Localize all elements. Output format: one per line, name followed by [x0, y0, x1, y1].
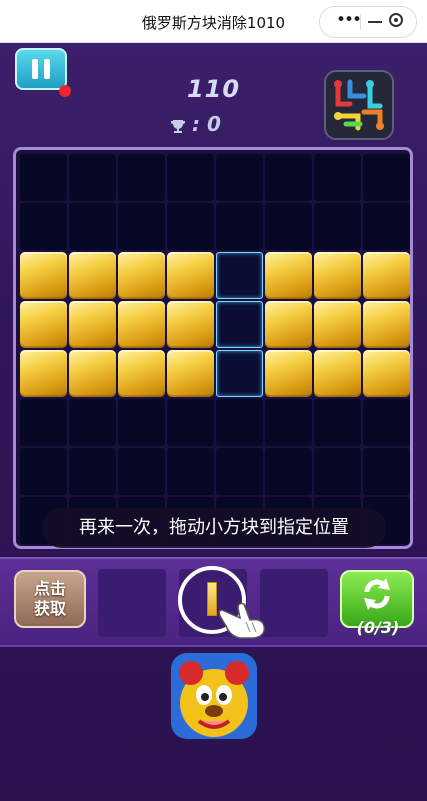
game-board[interactable]	[13, 147, 413, 549]
best-score: : 0	[170, 112, 221, 136]
empty-cell[interactable]	[167, 154, 214, 201]
gold-block[interactable]	[363, 350, 410, 397]
trophy-icon	[171, 119, 185, 133]
empty-cell[interactable]	[167, 448, 214, 495]
empty-cell[interactable]	[20, 399, 67, 446]
empty-cell[interactable]	[69, 399, 116, 446]
gold-block[interactable]	[265, 301, 312, 348]
tutorial-tip: 再来一次，拖动小方块到指定位置	[42, 508, 386, 548]
empty-cell[interactable]	[118, 399, 165, 446]
gold-block[interactable]	[118, 252, 165, 299]
target-cell[interactable]	[216, 301, 263, 348]
piece-slot[interactable]	[98, 569, 166, 637]
refresh-count: (0/3)	[356, 618, 400, 637]
empty-cell[interactable]	[314, 203, 361, 250]
empty-cell[interactable]	[363, 448, 410, 495]
gold-block[interactable]	[20, 350, 67, 397]
empty-cell[interactable]	[265, 399, 312, 446]
gold-block[interactable]	[118, 301, 165, 348]
empty-cell[interactable]	[167, 399, 214, 446]
gold-block[interactable]	[69, 350, 116, 397]
empty-cell[interactable]	[118, 448, 165, 495]
pipes-icon	[334, 79, 384, 131]
empty-cell[interactable]	[216, 399, 263, 446]
gold-block[interactable]	[265, 350, 312, 397]
gold-block[interactable]	[167, 301, 214, 348]
capsule-divider	[360, 14, 361, 30]
empty-cell[interactable]	[363, 399, 410, 446]
gold-block[interactable]	[69, 301, 116, 348]
gold-block[interactable]	[314, 252, 361, 299]
gold-block[interactable]	[363, 301, 410, 348]
empty-cell[interactable]	[363, 154, 410, 201]
empty-cell[interactable]	[265, 203, 312, 250]
empty-cell[interactable]	[216, 154, 263, 201]
gold-block[interactable]	[20, 252, 67, 299]
piece-slot[interactable]	[260, 569, 328, 637]
refresh-icon	[364, 578, 390, 610]
bubble-game-ad-icon[interactable]	[171, 653, 257, 739]
gold-block[interactable]	[167, 350, 214, 397]
empty-cell[interactable]	[20, 154, 67, 201]
gold-block[interactable]	[167, 252, 214, 299]
empty-cell[interactable]	[314, 448, 361, 495]
close-icon[interactable]	[389, 13, 403, 27]
best-score-value: : 0	[192, 112, 221, 136]
get-button-line1: 点击	[33, 579, 66, 598]
empty-cell[interactable]	[167, 203, 214, 250]
get-pieces-button[interactable]: 点击 获取	[14, 570, 86, 628]
empty-cell[interactable]	[265, 154, 312, 201]
target-cell[interactable]	[216, 350, 263, 397]
gold-block[interactable]	[69, 252, 116, 299]
empty-cell[interactable]	[216, 203, 263, 250]
empty-cell[interactable]	[363, 203, 410, 250]
target-cell[interactable]	[216, 252, 263, 299]
pipe-game-ad-icon[interactable]	[324, 70, 394, 140]
empty-cell[interactable]	[314, 399, 361, 446]
empty-cell[interactable]	[69, 448, 116, 495]
more-icon[interactable]: •••	[336, 10, 362, 30]
gold-block[interactable]	[363, 252, 410, 299]
empty-cell[interactable]	[118, 203, 165, 250]
get-button-line2: 获取	[33, 599, 66, 618]
pointing-hand-icon	[218, 602, 266, 639]
empty-cell[interactable]	[20, 203, 67, 250]
gold-block[interactable]	[118, 350, 165, 397]
empty-cell[interactable]	[216, 448, 263, 495]
capsule-menu: •••	[319, 6, 417, 38]
empty-cell[interactable]	[314, 154, 361, 201]
gold-block[interactable]	[20, 301, 67, 348]
empty-cell[interactable]	[118, 154, 165, 201]
empty-cell[interactable]	[265, 448, 312, 495]
mini-program-titlebar: 俄罗斯方块消除1010 •••	[0, 0, 427, 43]
gold-block[interactable]	[314, 301, 361, 348]
empty-cell[interactable]	[69, 154, 116, 201]
empty-cell[interactable]	[69, 203, 116, 250]
gold-block[interactable]	[265, 252, 312, 299]
bubble-character-icon	[171, 653, 257, 739]
empty-cell[interactable]	[20, 448, 67, 495]
gold-block[interactable]	[314, 350, 361, 397]
minimize-icon[interactable]	[368, 21, 382, 23]
